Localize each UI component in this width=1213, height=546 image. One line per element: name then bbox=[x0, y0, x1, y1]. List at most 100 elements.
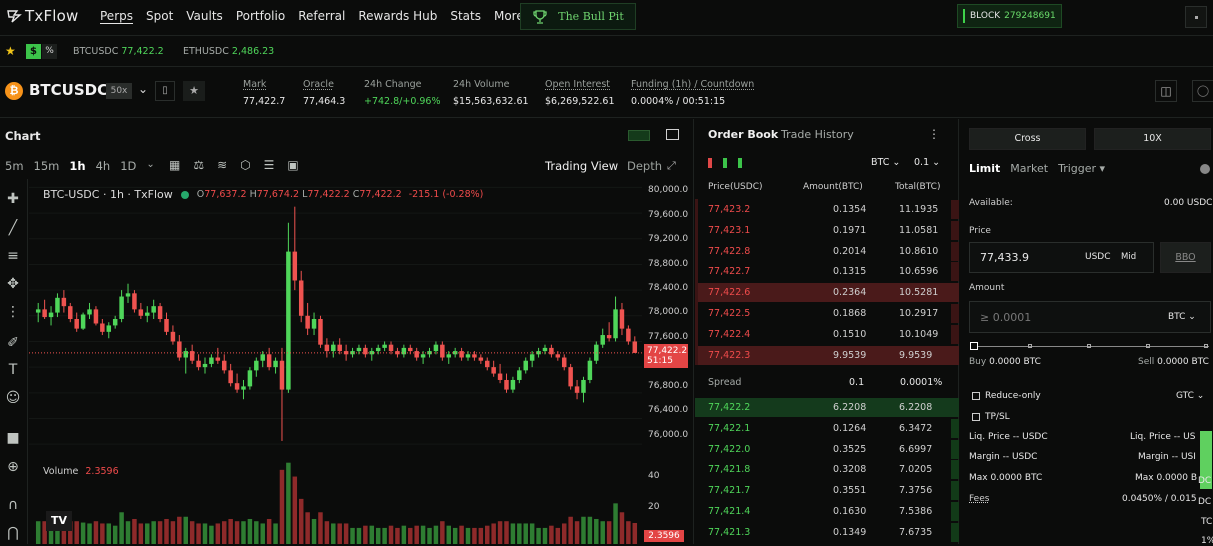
chevron-down-icon[interactable]: ⌄ bbox=[146, 159, 154, 173]
indicators-icon[interactable]: ≋ bbox=[217, 158, 227, 172]
amount-unit-selector[interactable]: BTC ⌄ bbox=[1168, 312, 1196, 322]
market-symbol-selector[interactable]: BTCUSDC bbox=[29, 81, 108, 99]
horizontal-lines-icon[interactable]: ≡ bbox=[2, 248, 24, 268]
lock-icon[interactable]: ⋂ bbox=[2, 525, 24, 545]
candlestick-chart[interactable] bbox=[29, 181, 642, 457]
candle bbox=[433, 341, 439, 355]
nav-perps[interactable]: Perps bbox=[100, 9, 133, 23]
tab-limit[interactable]: Limit bbox=[969, 162, 1000, 175]
text-tool-icon[interactable]: T bbox=[2, 362, 24, 382]
bull-pit-button[interactable]: The Bull Pit bbox=[520, 3, 636, 30]
interval-15m[interactable]: 15m bbox=[34, 159, 60, 173]
bid-row[interactable]: 77,421.7 0.3551 7.3756 bbox=[695, 480, 959, 501]
ticker-item[interactable]: BTCUSDC 77,422.2 bbox=[73, 46, 164, 57]
volume-bar bbox=[568, 516, 573, 544]
ask-row[interactable]: 77,423.1 0.1971 11.0581 bbox=[695, 220, 959, 241]
favorite-star-icon[interactable]: ★ bbox=[183, 81, 205, 101]
asset-selector[interactable]: BTC ⌄ bbox=[871, 157, 900, 168]
ask-row[interactable]: 77,423.2 0.1354 11.1935 bbox=[695, 199, 959, 220]
tab-trade-history[interactable]: Trade History bbox=[781, 128, 854, 141]
volume-bar bbox=[318, 512, 323, 544]
bid-row[interactable]: 77,421.3 0.1349 7.6735 bbox=[695, 522, 959, 543]
nav-referral[interactable]: Referral bbox=[298, 9, 345, 23]
ask-row[interactable]: 77,422.4 0.1510 10.1049 bbox=[695, 324, 959, 345]
emoji-icon[interactable]: ☺ bbox=[2, 390, 24, 410]
ruler-icon[interactable]: ■ bbox=[2, 430, 24, 450]
book-view-toggle[interactable] bbox=[708, 158, 742, 168]
camera-icon[interactable]: ▣ bbox=[287, 158, 298, 172]
ask-row[interactable]: 77,422.6 0.2364 10.5281 bbox=[695, 282, 959, 303]
tab-market[interactable]: Market bbox=[1010, 162, 1048, 175]
tab-depth[interactable]: Depth bbox=[627, 159, 662, 173]
interval-1d[interactable]: 1D bbox=[120, 159, 136, 173]
ask-row[interactable]: 77,422.7 0.1315 10.6596 bbox=[695, 261, 959, 282]
view-bids-icon[interactable] bbox=[723, 158, 727, 168]
tradingview-logo[interactable]: TV bbox=[46, 511, 72, 531]
fib-icon[interactable]: ⋮ bbox=[2, 304, 24, 324]
nav-rewards-hub[interactable]: Rewards Hub bbox=[358, 9, 437, 23]
magnet-icon[interactable]: ∩ bbox=[2, 497, 24, 517]
order-price: 77,421.3 bbox=[708, 526, 751, 538]
candle-type-icon[interactable]: ▦ bbox=[169, 158, 180, 172]
ask-row[interactable]: 77,422.8 0.2014 10.8610 bbox=[695, 241, 959, 262]
chevron-down-icon[interactable]: ⌄ bbox=[138, 82, 148, 96]
slider-handle[interactable] bbox=[970, 342, 978, 350]
pattern-icon[interactable]: ✥ bbox=[2, 276, 24, 296]
crosshair-icon[interactable]: ✚ bbox=[2, 191, 24, 211]
percent-toggle[interactable]: % bbox=[42, 44, 57, 59]
interval-5m[interactable]: 5m bbox=[5, 159, 24, 173]
price-input[interactable]: 77,433.9 USDC Mid bbox=[969, 242, 1154, 273]
order-price: 77,423.2 bbox=[708, 204, 751, 215]
reduce-only-checkbox[interactable] bbox=[972, 392, 980, 400]
bbo-button[interactable]: BBO bbox=[1160, 242, 1211, 273]
star-icon[interactable]: ★ bbox=[5, 44, 16, 58]
settings-icon[interactable]: ◯ bbox=[1192, 80, 1213, 102]
nav-portfolio[interactable]: Portfolio bbox=[236, 9, 285, 23]
leverage-button[interactable]: 10X bbox=[1094, 128, 1211, 150]
tpsl-checkbox[interactable] bbox=[972, 413, 980, 421]
size-slider[interactable] bbox=[969, 341, 1211, 351]
tif-selector[interactable]: GTC ⌄ bbox=[1176, 391, 1204, 401]
layout-icon[interactable]: ◫ bbox=[1155, 80, 1177, 102]
brush-icon[interactable]: ✐ bbox=[2, 335, 24, 355]
trendline-icon[interactable]: ╱ bbox=[2, 220, 24, 240]
spread-label: Spread bbox=[708, 377, 742, 388]
tab-order-book[interactable]: Order Book bbox=[708, 128, 778, 141]
nav-spot[interactable]: Spot bbox=[146, 9, 173, 23]
menu-button[interactable] bbox=[1185, 6, 1207, 28]
alert-icon[interactable]: ⬡ bbox=[240, 158, 250, 172]
bid-row[interactable]: 77,422.1 0.1264 6.3472 bbox=[695, 418, 959, 439]
bid-row[interactable]: 77,421.4 0.1630 7.5386 bbox=[695, 501, 959, 522]
view-asks-icon[interactable] bbox=[738, 158, 742, 168]
ask-row[interactable]: 77,422.3 9.9539 9.9539 bbox=[695, 345, 959, 366]
mid-button[interactable]: Mid bbox=[1121, 252, 1136, 262]
order-book-panel: Order Book Trade History ⋮ BTC ⌄ 0.1 ⌄ P… bbox=[695, 119, 959, 544]
usd-toggle[interactable]: $ bbox=[26, 44, 41, 59]
nav-vaults[interactable]: Vaults bbox=[186, 9, 223, 23]
more-options-icon[interactable]: ⋮ bbox=[928, 127, 940, 141]
nav-stats[interactable]: Stats bbox=[450, 9, 481, 23]
margin-mode-button[interactable]: Cross bbox=[969, 128, 1086, 150]
ticker-item[interactable]: ETHUSDC 2,486.23 bbox=[183, 46, 274, 57]
view-both-icon[interactable] bbox=[708, 158, 712, 168]
compare-icon[interactable]: ⚖ bbox=[193, 158, 204, 172]
info-icon[interactable] bbox=[1200, 164, 1210, 174]
step-selector[interactable]: 0.1 ⌄ bbox=[914, 157, 940, 168]
amount-input[interactable]: ≥ 0.0001 BTC ⌄ bbox=[969, 301, 1211, 333]
maximize-icon[interactable] bbox=[666, 129, 679, 140]
candle bbox=[292, 206, 298, 291]
volume-bar bbox=[523, 523, 528, 544]
bid-row[interactable]: 77,422.2 6.2208 6.2208 bbox=[695, 397, 959, 418]
tab-trading-view[interactable]: Trading View bbox=[545, 159, 618, 173]
book-icon[interactable]: ▯ bbox=[155, 81, 175, 101]
bid-row[interactable]: 77,422.0 0.3525 6.6997 bbox=[695, 439, 959, 460]
ask-row[interactable]: 77,422.5 0.1868 10.2917 bbox=[695, 303, 959, 324]
expand-icon[interactable]: ⤢ bbox=[667, 159, 676, 173]
zoom-icon[interactable]: ⊕ bbox=[2, 459, 24, 479]
interval-1h[interactable]: 1h bbox=[69, 159, 85, 173]
list-icon[interactable]: ☰ bbox=[264, 158, 275, 172]
bid-row[interactable]: 77,421.8 0.3208 7.0205 bbox=[695, 459, 959, 480]
tab-trigger[interactable]: Trigger ▾ bbox=[1058, 162, 1105, 175]
txflow-logo[interactable]: TxFlow bbox=[6, 7, 78, 25]
interval-4h[interactable]: 4h bbox=[96, 159, 111, 173]
